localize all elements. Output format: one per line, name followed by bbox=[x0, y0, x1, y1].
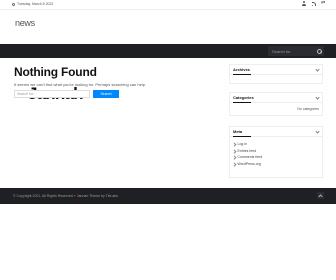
top-bar: Tuesday, March 8 2022 bbox=[0, 0, 336, 10]
widget-meta: Meta Log in Entries feed Comments feed W… bbox=[229, 126, 323, 178]
widget-title-archives: Archives bbox=[233, 67, 250, 72]
search-button[interactable]: Search bbox=[93, 90, 119, 98]
chevron-down-icon[interactable] bbox=[315, 130, 319, 134]
rss-icon[interactable] bbox=[311, 1, 316, 6]
sidebar: Archives Categories No categories Meta L… bbox=[229, 64, 323, 178]
main-nav bbox=[0, 44, 336, 58]
date-text: Tuesday, March 8 2022 bbox=[17, 2, 54, 6]
search-icon[interactable] bbox=[316, 48, 322, 54]
page-description: It seems we can't find what you're looki… bbox=[14, 82, 147, 87]
footer-copyright: © Copyright 2021, All Rights Reserved ♥ … bbox=[13, 194, 118, 198]
widget-header: Meta bbox=[230, 127, 322, 137]
widget-categories: Categories No categories bbox=[229, 92, 323, 116]
heart-icon: ♥ bbox=[73, 194, 76, 198]
site-logo[interactable]: Jannah news bbox=[14, 18, 84, 103]
chevron-down-icon[interactable] bbox=[315, 96, 319, 100]
widget-header: Categories bbox=[230, 93, 322, 103]
top-social-icons bbox=[301, 0, 326, 6]
widget-header: Archives bbox=[230, 65, 322, 75]
main-content: Nothing Found It seems we can't find wha… bbox=[14, 65, 219, 98]
nav-search-input[interactable] bbox=[272, 47, 312, 55]
chevron-down-icon[interactable] bbox=[315, 68, 319, 72]
chevron-right-icon bbox=[233, 163, 236, 166]
chevron-right-icon bbox=[233, 156, 236, 159]
search-form: Search bbox=[14, 90, 119, 98]
clock-icon bbox=[12, 2, 15, 6]
logo-sub-text: news bbox=[15, 18, 35, 28]
search-input[interactable] bbox=[14, 90, 90, 98]
date-display: Tuesday, March 8 2022 bbox=[12, 2, 53, 6]
nav-search bbox=[268, 46, 324, 56]
chevron-up-icon[interactable] bbox=[317, 192, 324, 199]
shuffle-icon[interactable] bbox=[321, 0, 326, 6]
theme-credit-link[interactable]: Jannah Theme by TieLabs bbox=[77, 194, 118, 198]
widget-title-meta: Meta bbox=[233, 129, 243, 134]
meta-item-label[interactable]: WordPress.org bbox=[238, 161, 261, 168]
meta-item-wordpress-org[interactable]: WordPress.org bbox=[233, 161, 262, 168]
footer: © Copyright 2021, All Rights Reserved ♥ … bbox=[0, 188, 336, 204]
page-title: Nothing Found bbox=[14, 65, 97, 79]
user-icon[interactable] bbox=[301, 1, 306, 6]
meta-list: Log in Entries feed Comments feed WordPr… bbox=[233, 141, 263, 168]
categories-empty-text: No categories bbox=[297, 107, 319, 111]
copyright-text: © Copyright 2021, All Rights Reserved bbox=[13, 194, 73, 198]
widget-archives: Archives bbox=[229, 64, 323, 84]
chevron-right-icon bbox=[233, 143, 236, 146]
widget-title-categories: Categories bbox=[233, 95, 254, 100]
chevron-right-icon bbox=[233, 150, 236, 153]
